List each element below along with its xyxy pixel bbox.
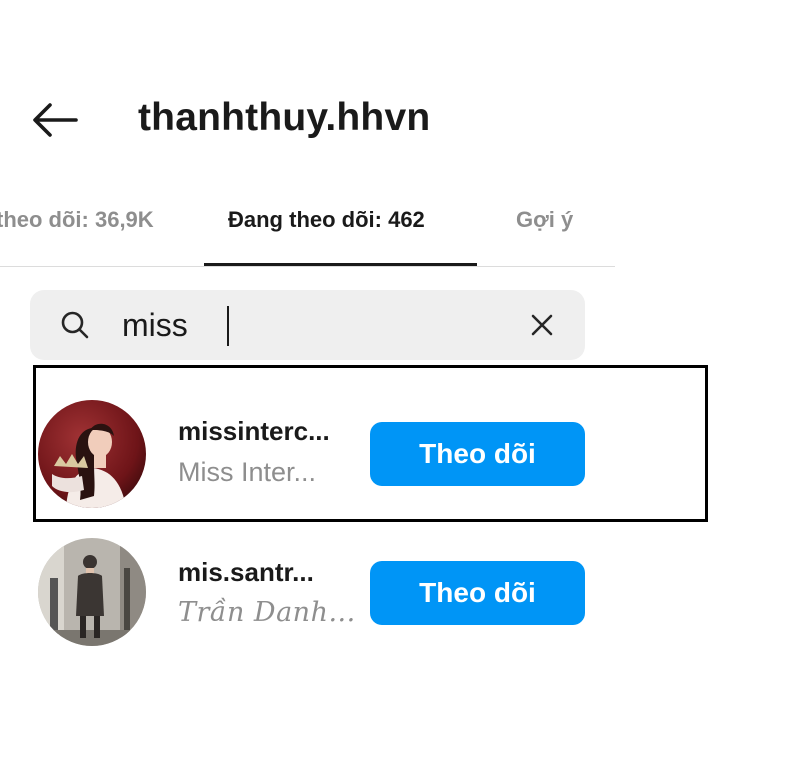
search-bar	[30, 290, 585, 360]
search-icon	[61, 311, 89, 339]
list-item[interactable]: mis.santr... Trần Danh... Theo dõi	[0, 535, 620, 655]
result-full-name: Miss Inter...	[178, 457, 317, 487]
tab-following[interactable]: Đang theo dõi: 462	[228, 207, 425, 233]
text-cursor	[227, 306, 229, 346]
tab-followers[interactable]: theo dõi: 36,9K	[0, 207, 154, 233]
list-item[interactable]: missinterc... Miss Inter... Theo dõi	[0, 370, 620, 508]
avatar[interactable]	[38, 538, 146, 646]
tab-suggested[interactable]: Gợi ý	[516, 207, 573, 233]
active-tab-indicator	[204, 263, 477, 266]
result-username[interactable]: mis.santr...	[178, 557, 314, 588]
result-full-name: Trần Danh...	[178, 597, 356, 628]
follow-button[interactable]: Theo dõi	[370, 561, 585, 625]
close-icon[interactable]	[530, 313, 554, 337]
back-button[interactable]	[30, 100, 80, 140]
profile-username-title: thanhthuy.hhvn	[138, 96, 431, 139]
follow-button[interactable]: Theo dõi	[370, 422, 585, 486]
arrow-left-icon	[33, 103, 78, 137]
following-search-screen: thanhthuy.hhvn theo dõi: 36,9K Đang theo…	[0, 0, 800, 760]
search-input[interactable]	[122, 302, 502, 348]
tab-bar: theo dõi: 36,9K Đang theo dõi: 462 Gợi ý	[0, 195, 615, 267]
avatar[interactable]	[38, 400, 146, 508]
result-username[interactable]: missinterc...	[178, 416, 330, 447]
